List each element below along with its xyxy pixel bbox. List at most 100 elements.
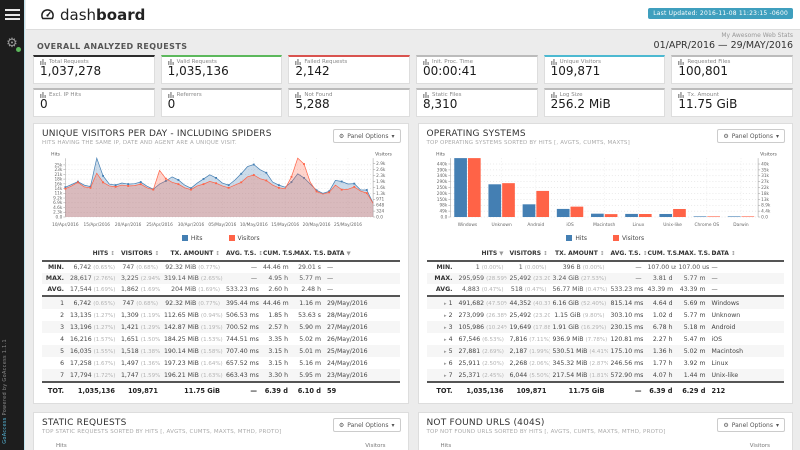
column-header-visitors[interactable]: VISITORS ↕ bbox=[118, 247, 161, 261]
summary-card: Tx. Amount11.75 GiB bbox=[671, 88, 793, 117]
summary-row: MIN.6,742(0.65%)747(0.68%)92.32 MiB(0.77… bbox=[42, 261, 400, 273]
svg-text:0.0: 0.0 bbox=[440, 214, 447, 220]
top-bar: dashboard Last Updated: 2016-11-08 11:23… bbox=[26, 0, 800, 30]
svg-text:2.9k: 2.9k bbox=[376, 161, 386, 167]
svg-text:Visitors: Visitors bbox=[760, 152, 777, 158]
table-row: 717,794(1.72%)1,747(1.59%)196.21 MiB(1.6… bbox=[42, 369, 400, 382]
chevron-down-icon: ▾ bbox=[391, 133, 394, 140]
column-header-data[interactable]: DATA ▼ bbox=[324, 247, 400, 261]
column-header-hits[interactable]: HITS ↕ bbox=[67, 247, 118, 261]
svg-text:20/Apr/2016: 20/Apr/2016 bbox=[115, 222, 142, 228]
panel-options-button[interactable]: ⚙Panel Options▾ bbox=[333, 129, 401, 143]
svg-text:200k: 200k bbox=[436, 191, 447, 197]
settings-gear-icon[interactable]: ⚙ bbox=[5, 36, 19, 51]
card-value: 256.2 MiB bbox=[551, 98, 659, 112]
table-row[interactable]: ▸1491,682(47.50%)44,352(40.37%)6.16 GiB(… bbox=[427, 296, 785, 309]
svg-text:1.6k: 1.6k bbox=[376, 185, 386, 191]
card-value: 2,142 bbox=[295, 65, 403, 79]
card-value: 1,035,136 bbox=[168, 65, 276, 79]
svg-text:40k: 40k bbox=[761, 161, 769, 167]
svg-text:440k: 440k bbox=[436, 161, 447, 167]
svg-text:971: 971 bbox=[376, 197, 384, 203]
table-row[interactable]: ▸527,881(2.69%)2,187(1.99%)530.51 MiB(4.… bbox=[427, 345, 785, 357]
table-row[interactable]: ▸725,371(2.45%)6,044(5.50%)217.54 MiB(1.… bbox=[427, 369, 785, 382]
column-header-tx-amount[interactable]: TX. AMOUNT ↕ bbox=[550, 247, 608, 261]
svg-text:0.0: 0.0 bbox=[761, 214, 768, 220]
svg-text:27k: 27k bbox=[761, 179, 769, 185]
column-header-avg-t-s-[interactable]: AVG. T.S. ↕ bbox=[608, 247, 645, 261]
column-header-visitors[interactable]: VISITORS ↕ bbox=[507, 247, 550, 261]
svg-text:15/May/2016: 15/May/2016 bbox=[271, 222, 299, 228]
table-row[interactable]: ▸2273,099(26.38%)25,492(23.20%)1.15 GiB(… bbox=[427, 309, 785, 321]
svg-text:2.3k: 2.3k bbox=[376, 173, 386, 179]
panel-options-button[interactable]: ⚙Panel Options▾ bbox=[333, 418, 401, 432]
hits-legend-swatch bbox=[182, 235, 188, 241]
date-range: 01/APR/2016 — 29/MAY/2016 bbox=[654, 40, 793, 51]
column-header-index bbox=[42, 247, 67, 261]
column-header-max-t-s-[interactable]: MAX. T.S. ↕ bbox=[291, 247, 324, 261]
svg-text:31k: 31k bbox=[761, 173, 769, 179]
svg-text:250k: 250k bbox=[436, 185, 447, 191]
svg-text:4.4k: 4.4k bbox=[761, 209, 771, 215]
total-row: TOT.1,035,136109,87111.75 GiB—6.39 d6.29… bbox=[427, 382, 785, 397]
overall-title: OVERALL ANALYZED REQUESTS bbox=[37, 42, 187, 51]
chart-legend: Hits Visitors bbox=[427, 235, 785, 242]
summary-row: AVG.4,883(0.47%)518(0.47%)56.77 MiB(0.47… bbox=[427, 284, 785, 296]
chevron-down-icon: ▾ bbox=[391, 422, 394, 429]
sidebar: ⚙ GoAccess Powered by GoAccess 1.1.1 bbox=[0, 0, 25, 450]
svg-text:25/Apr/2016: 25/Apr/2016 bbox=[146, 222, 173, 228]
panel-options-button[interactable]: ⚙Panel Options▾ bbox=[717, 418, 785, 432]
column-header-avg-t-s-[interactable]: AVG. T.S. ↕ bbox=[223, 247, 260, 261]
svg-text:340k: 340k bbox=[436, 173, 447, 179]
card-value: 0 bbox=[168, 98, 276, 112]
gear-icon: ⚙ bbox=[339, 422, 344, 429]
app-brand: dashboard bbox=[40, 6, 145, 24]
svg-text:05/May/2016: 05/May/2016 bbox=[208, 222, 236, 228]
svg-text:8.9k: 8.9k bbox=[761, 203, 771, 209]
menu-toggle-icon[interactable] bbox=[5, 9, 20, 20]
summary-row: AVG.17,544(1.69%)1,862(1.69%)204 MiB(1.6… bbox=[42, 284, 400, 296]
summary-card: Excl. IP Hits0 bbox=[33, 88, 155, 117]
svg-text:98k: 98k bbox=[439, 203, 447, 209]
card-value: 8,310 bbox=[423, 98, 531, 112]
svg-text:18k: 18k bbox=[761, 191, 769, 197]
svg-text:10/Apr/2016: 10/Apr/2016 bbox=[52, 222, 79, 228]
column-header-hits[interactable]: HITS ▼ bbox=[456, 247, 507, 261]
column-header-data[interactable]: DATA ↕ bbox=[709, 247, 785, 261]
summary-card: Valid Requests1,035,136 bbox=[161, 55, 283, 84]
svg-text:Unix-like: Unix-like bbox=[663, 222, 682, 228]
card-label: Excl. IP Hits bbox=[49, 92, 81, 98]
sub-header: OVERALL ANALYZED REQUESTS My Awesome Web… bbox=[26, 30, 800, 54]
operating-systems-chart: 0.049k98k150k200k250k290k340k390k440k0.0… bbox=[427, 151, 785, 234]
svg-text:49k: 49k bbox=[439, 209, 447, 215]
summary-row: MIN.1(0.00%)1(0.00%)396 B(0.00%)—107.00 … bbox=[427, 261, 785, 273]
table-row[interactable]: ▸3105,986(10.24%)19,649(17.88%)1.91 GiB(… bbox=[427, 321, 785, 333]
svg-text:Darwin: Darwin bbox=[733, 222, 749, 228]
svg-text:Unknown: Unknown bbox=[491, 222, 511, 228]
svg-text:324: 324 bbox=[376, 209, 384, 215]
gear-icon: ⚙ bbox=[339, 133, 344, 140]
column-header-cum-t-s-[interactable]: CUM. T.S. ↕ bbox=[645, 247, 676, 261]
operating-systems-table: HITS ▼VISITORS ↕TX. AMOUNT ↕AVG. T.S. ↕C… bbox=[427, 247, 785, 397]
summary-card: Log Size256.2 MiB bbox=[544, 88, 666, 117]
card-value: 0 bbox=[40, 98, 148, 112]
dashboard-gauge-icon bbox=[40, 7, 55, 22]
card-value: 100,801 bbox=[678, 65, 786, 79]
svg-text:150k: 150k bbox=[436, 197, 447, 203]
table-row[interactable]: ▸467,546(6.53%)7,816(7.11%)936.9 MiB(7.7… bbox=[427, 333, 785, 345]
svg-text:35k: 35k bbox=[761, 167, 769, 173]
report-title: My Awesome Web Stats bbox=[654, 32, 793, 39]
svg-text:Hits: Hits bbox=[51, 152, 60, 158]
chevron-down-icon: ▾ bbox=[776, 133, 779, 140]
column-header-cum-t-s-[interactable]: CUM. T.S. ↕ bbox=[260, 247, 291, 261]
mini-axis-labels: HitsVisitors bbox=[56, 443, 386, 449]
status-dot bbox=[16, 47, 21, 52]
svg-text:1.9k: 1.9k bbox=[376, 179, 386, 185]
gear-icon: ⚙ bbox=[723, 133, 728, 140]
column-header-max-t-s-[interactable]: MAX. T.S. ↕ bbox=[676, 247, 709, 261]
table-row: 16,742(0.65%)747(0.68%)92.32 MiB(0.77%)3… bbox=[42, 296, 400, 309]
table-row[interactable]: ▸625,911(2.50%)2,268(2.06%)345.32 MiB(2.… bbox=[427, 357, 785, 369]
svg-text:25k: 25k bbox=[54, 162, 62, 168]
panel-options-button[interactable]: ⚙Panel Options▾ bbox=[717, 129, 785, 143]
column-header-tx-amount[interactable]: TX. AMOUNT ↕ bbox=[161, 247, 223, 261]
